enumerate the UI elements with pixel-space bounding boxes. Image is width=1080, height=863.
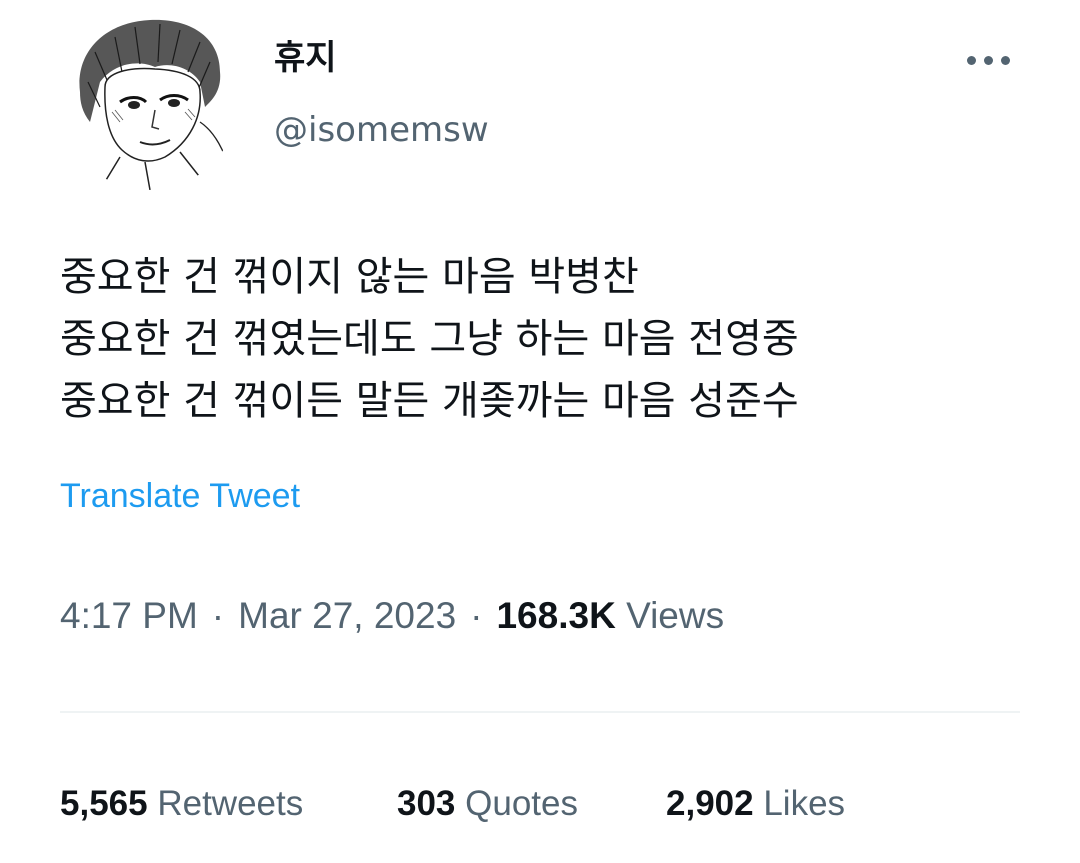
avatar[interactable]	[60, 12, 238, 190]
quotes-label: Quotes	[465, 784, 578, 823]
tweet-meta: 4:17 PM · Mar 27, 2023 · 168.3K Views	[60, 592, 724, 640]
tweet-line: 중요한 건 꺾이지 않는 마음 박병찬	[60, 254, 639, 300]
tweet-line: 중요한 건 꺾이든 말든 개좆까는 마음 성준수	[60, 378, 799, 424]
translate-tweet-link[interactable]: Translate Tweet	[60, 474, 300, 518]
meta-separator: ·	[470, 595, 483, 636]
tweet-date[interactable]: Mar 27, 2023	[238, 595, 456, 636]
more-horizontal-icon-dot	[966, 55, 976, 65]
more-horizontal-icon-dot	[983, 55, 993, 65]
meta-separator: ·	[211, 595, 225, 636]
tweet-line: 중요한 건 꺾였는데도 그냥 하는 마음 전영중	[60, 316, 799, 362]
quotes-count: 303	[397, 784, 456, 823]
views-label: Views	[626, 595, 725, 636]
tweet-time[interactable]: 4:17 PM	[60, 595, 198, 636]
likes-count: 2,902	[666, 784, 754, 823]
likes-stat[interactable]: 2,902 Likes	[666, 780, 845, 828]
retweets-count: 5,565	[60, 784, 148, 823]
author-display-name[interactable]: 휴지	[274, 34, 337, 82]
retweets-stat[interactable]: 5,565 Retweets	[60, 780, 303, 828]
more-options-button[interactable]	[950, 40, 1026, 80]
author-handle[interactable]: @isomemsw	[274, 106, 489, 154]
manga-sketch-avatar-icon	[60, 12, 238, 190]
more-horizontal-icon-dot	[1000, 55, 1010, 65]
views-count: 168.3K	[496, 595, 616, 636]
retweets-label: Retweets	[157, 784, 304, 823]
quotes-stat[interactable]: 303 Quotes	[397, 780, 578, 828]
divider	[60, 711, 1020, 713]
likes-label: Likes	[763, 784, 846, 823]
tweet-text: 중요한 건 꺾이지 않는 마음 박병찬 중요한 건 꺾였는데도 그냥 하는 마음…	[60, 246, 1040, 432]
tweet-detail: 휴지 @isomemsw 중요한 건 꺾이지 않는 마음 박병찬 중요한 건 꺾…	[0, 0, 1080, 863]
